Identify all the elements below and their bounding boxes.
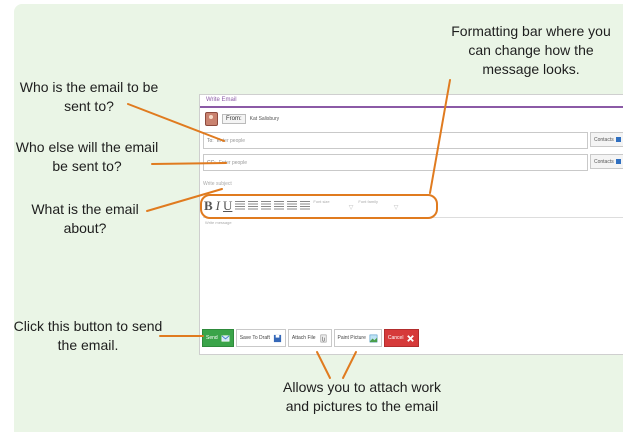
subject-callout: What is the email about? bbox=[31, 201, 139, 236]
cc-callout: Who else will the email be sent to? bbox=[15, 139, 159, 174]
formatting-arrow bbox=[429, 79, 451, 194]
attach-arrow-left bbox=[316, 351, 331, 379]
formatting-bar-highlight bbox=[200, 194, 438, 219]
cc-arrow bbox=[151, 162, 227, 165]
send-callout: Click this button to send the email. bbox=[13, 318, 163, 353]
attach-callout: Allows you to attach work and pictures t… bbox=[283, 379, 441, 414]
formatting-callout: Formatting bar where you can change how … bbox=[451, 23, 611, 77]
to-callout: Who is the email to be sent to? bbox=[19, 79, 159, 114]
subject-arrow bbox=[146, 188, 223, 212]
attach-arrow-right bbox=[342, 351, 357, 379]
